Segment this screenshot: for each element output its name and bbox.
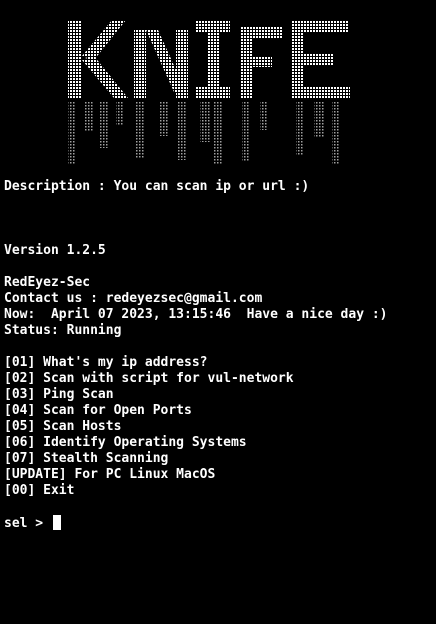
menu-item-scan-hosts: [05] Scan Hosts: [4, 419, 122, 434]
prompt-label: sel >: [4, 516, 51, 531]
menu-item-ping-scan: [03] Ping Scan: [4, 387, 114, 402]
menu-item-stealth-scanning: [07] Stealth Scanning: [4, 451, 169, 466]
menu-item-open-ports: [04] Scan for Open Ports: [4, 403, 192, 418]
text-cursor[interactable]: [52, 515, 61, 530]
author-text: RedEyez-Sec: [4, 275, 91, 290]
datetime-text: Now: April 07 2023, 13:15:46 Have a nice…: [4, 307, 388, 322]
menu-item-vul-network-scan: [02] Scan with script for vul-network: [4, 371, 294, 386]
menu-item-whats-my-ip: [01] What's my ip address?: [4, 355, 208, 370]
menu-item-identify-os: [06] Identify Operating Systems: [4, 435, 247, 450]
knife-banner-logo: [68, 20, 350, 164]
status-text: Status: Running: [4, 323, 122, 338]
menu-item-exit: [00] Exit: [4, 483, 75, 498]
command-prompt[interactable]: sel >: [4, 515, 61, 531]
version-text: Version 1.2.5: [4, 243, 106, 258]
contact-text: Contact us : redeyezsec@gmail.com: [4, 291, 263, 306]
menu-item-update: [UPDATE] For PC Linux MacOS: [4, 467, 216, 482]
terminal-window: Description : You can scan ip or url :) …: [0, 0, 436, 624]
description-text: Description : You can scan ip or url :): [4, 179, 310, 194]
